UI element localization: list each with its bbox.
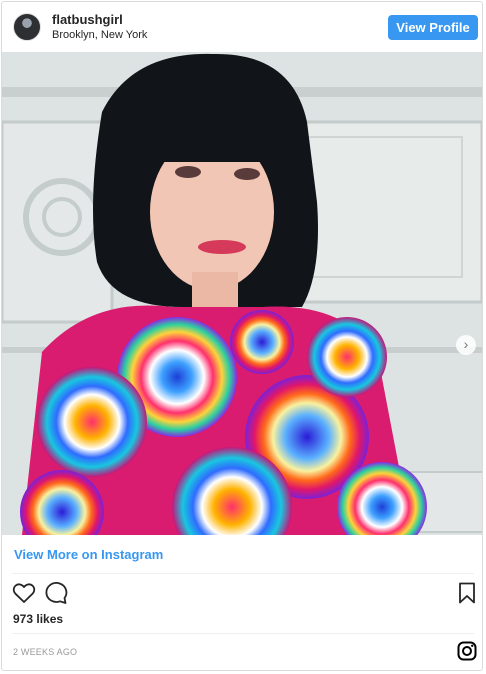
bookmark-icon[interactable] bbox=[458, 582, 476, 604]
username[interactable]: flatbushgirl bbox=[52, 12, 123, 27]
post-photo[interactable]: › bbox=[2, 52, 482, 535]
view-more-link[interactable]: View More on Instagram bbox=[14, 547, 163, 562]
avatar[interactable] bbox=[13, 13, 41, 41]
heart-icon[interactable] bbox=[12, 582, 36, 604]
divider bbox=[12, 573, 474, 574]
carousel-next-button[interactable]: › bbox=[456, 335, 476, 355]
divider bbox=[12, 633, 474, 634]
view-profile-button[interactable]: View Profile bbox=[388, 15, 478, 40]
comment-icon[interactable] bbox=[44, 582, 68, 604]
post-header: flatbushgirl Brooklyn, New York View Pro… bbox=[2, 2, 482, 52]
post-timestamp: 2 WEEKS AGO bbox=[13, 647, 78, 657]
location[interactable]: Brooklyn, New York bbox=[52, 29, 147, 41]
likes-count[interactable]: 973 likes bbox=[13, 612, 63, 626]
instagram-embed-card: flatbushgirl Brooklyn, New York View Pro… bbox=[1, 1, 483, 671]
photo-illustration bbox=[2, 52, 482, 535]
instagram-icon[interactable] bbox=[457, 641, 477, 661]
